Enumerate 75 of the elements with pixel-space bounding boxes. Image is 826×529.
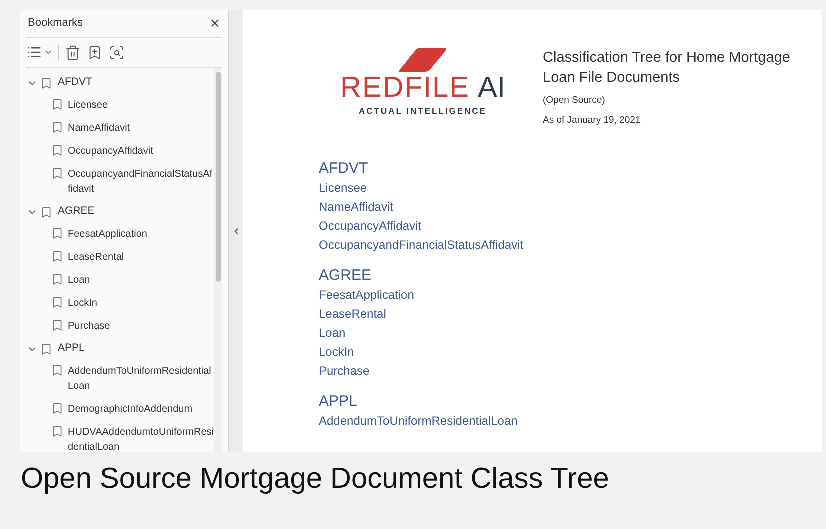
document-link[interactable]: OccupancyAffidavit xyxy=(319,216,422,236)
tree-item[interactable]: OccupancyAffidavit xyxy=(26,140,214,163)
tree-item[interactable]: OccupancyandFinancialStatusAffidavit xyxy=(26,163,214,201)
tree-item-label: Licensee xyxy=(68,99,108,113)
tree-item[interactable]: Licensee xyxy=(26,94,214,117)
tree-item[interactable]: LockIn xyxy=(26,292,214,315)
section-heading: AGREE xyxy=(319,266,373,286)
tree-item[interactable]: AddendumToUniformResidentialLoan xyxy=(26,360,214,398)
tree-item-label: AddendumToUniformResidentialLoan xyxy=(68,365,212,394)
tree-item-label: FeesatApplication xyxy=(68,228,148,242)
tree-item-label: AGREE xyxy=(58,204,95,220)
tree-item[interactable]: HUDVAAddendumtoUniformResidentialLoan xyxy=(26,421,214,452)
tree-item[interactable]: LeaseRental xyxy=(26,246,214,269)
find-bookmark-icon[interactable] xyxy=(109,44,125,60)
tree-item-label: OccupancyAffidavit xyxy=(68,145,154,159)
tree-item-label: Loan xyxy=(68,274,90,288)
document-link[interactable]: Purchase xyxy=(319,362,370,380)
bookmark-icon xyxy=(51,98,64,111)
tree-item[interactable]: Loan xyxy=(26,269,214,292)
tree-item-label: HUDVAAddendumtoUniformResidentialLoan xyxy=(68,426,214,452)
logo-tagline: ACTUAL INTELLIGENCE xyxy=(359,105,487,118)
bookmark-icon xyxy=(40,76,53,90)
document-title: Classification Tree for Home Mortgage Loan File Documents xyxy=(543,49,792,88)
close-button[interactable]: × xyxy=(210,15,220,32)
tree-item[interactable]: DemographicInfoAddendum xyxy=(26,398,214,421)
document-subtitle: (Open Source) xyxy=(543,94,606,108)
bookmark-icon xyxy=(51,273,64,286)
view-options-button[interactable] xyxy=(27,45,59,60)
list-icon xyxy=(27,45,42,60)
bookmark-icon xyxy=(51,121,64,134)
logo-name: REDFILE xyxy=(340,74,470,103)
tree-item[interactable]: APPL xyxy=(26,338,214,360)
tree-item-label: APPL xyxy=(58,341,85,356)
document-link[interactable]: OccupancyandFinancialStatusAffidavit xyxy=(319,236,524,254)
add-bookmark-icon[interactable] xyxy=(87,44,103,60)
bookmark-icon xyxy=(51,425,64,438)
section-heading: APPL xyxy=(319,392,358,412)
tree-item-label: DemographicInfoAddendum xyxy=(68,403,193,417)
bookmark-icon xyxy=(51,319,64,332)
bookmark-icon xyxy=(51,296,64,309)
bookmark-icon xyxy=(51,144,64,157)
tree-item[interactable]: AFDVT xyxy=(26,72,214,94)
bookmark-icon xyxy=(51,364,64,377)
tree-item-label: LockIn xyxy=(68,297,98,311)
tree-item-label: OccupancyandFinancialStatusAffidavit xyxy=(68,168,214,197)
section-heading: AFDVT xyxy=(319,158,370,178)
bookmark-icon xyxy=(51,167,64,180)
tree-item[interactable]: AGREE xyxy=(26,201,214,223)
bookmark-icon xyxy=(40,342,53,356)
logo-mark-icon xyxy=(398,48,448,72)
bookmark-icon xyxy=(40,206,53,218)
bookmark-icon xyxy=(51,227,64,240)
document-link[interactable]: LeaseRental xyxy=(319,304,386,324)
panel-title: Bookmarks xyxy=(28,16,84,32)
delete-icon[interactable] xyxy=(65,44,81,60)
document-link[interactable]: FeesatApplication xyxy=(319,286,414,304)
document-link[interactable]: Licensee xyxy=(319,178,368,198)
tree-item[interactable]: Purchase xyxy=(26,315,214,338)
caption: Open Source Mortgage Document Class Tree xyxy=(21,463,610,495)
tree-item-label: LeaseRental xyxy=(68,251,124,265)
logo-suffix: AI xyxy=(478,74,506,103)
tree-item-label: NameAffidavit xyxy=(68,122,130,136)
document-link[interactable]: AddendumToUniformResidentialLoan xyxy=(319,412,518,430)
tree-item[interactable]: NameAffidavit xyxy=(26,117,214,140)
document-link[interactable]: LockIn xyxy=(319,342,354,362)
document-date: As of January 19, 2021 xyxy=(543,114,642,128)
tree-item-label: Purchase xyxy=(68,320,110,334)
caret-icon xyxy=(44,48,53,57)
document-link[interactable]: Loan xyxy=(319,324,346,342)
bookmark-icon xyxy=(51,402,64,415)
document-link[interactable]: NameAffidavit xyxy=(319,198,394,216)
bookmark-icon xyxy=(51,250,64,263)
tree-item-label: AFDVT xyxy=(58,75,92,90)
tree-item[interactable]: FeesatApplication xyxy=(26,223,214,246)
scrollbar-thumb[interactable] xyxy=(216,72,220,282)
